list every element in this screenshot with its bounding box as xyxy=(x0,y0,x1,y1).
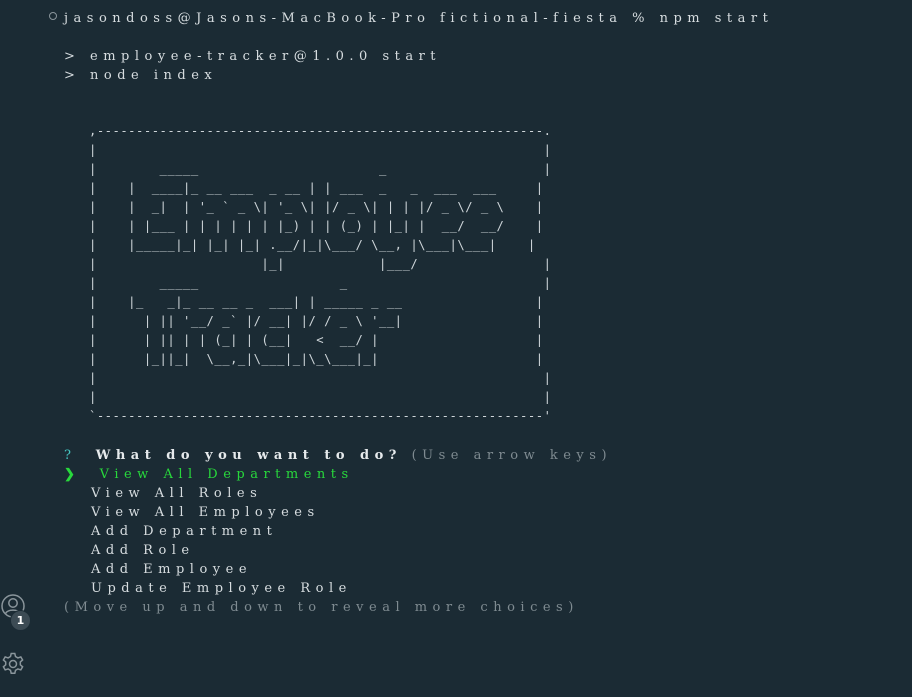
choice-item-selected[interactable]: ❯ View All Departments xyxy=(64,465,354,484)
choice-item[interactable]: Add Role xyxy=(91,541,195,560)
choice-item[interactable]: View All Roles xyxy=(91,484,262,503)
accounts-badge: 1 xyxy=(10,610,31,631)
prompt-question: What do you want to do? xyxy=(95,448,402,463)
choice-label: View All Departments xyxy=(99,467,354,482)
prompt-question-row: ? What do you want to do? (Use arrow key… xyxy=(64,446,612,465)
command-line: jasondoss@Jasons-MacBook-Pro fictional-f… xyxy=(64,11,774,26)
choice-item[interactable]: Add Employee xyxy=(91,560,252,579)
prompt-hint: (Use arrow keys) xyxy=(411,448,613,463)
choice-item[interactable]: Add Department xyxy=(91,522,277,541)
ascii-banner: ,---------------------------------------… xyxy=(89,124,552,423)
more-choices-hint: (Move up and down to reveal more choices… xyxy=(64,600,579,615)
question-mark: ? xyxy=(64,448,77,463)
gear-icon[interactable] xyxy=(0,650,30,680)
npm-output-line: > node index xyxy=(64,68,218,83)
command-status-circle xyxy=(49,12,57,20)
pointer-icon: ❯ xyxy=(64,467,81,482)
choice-item[interactable]: Update Employee Role xyxy=(91,579,352,598)
choice-item[interactable]: View All Employees xyxy=(91,503,320,522)
npm-output-line: > employee-tracker@1.0.0 start xyxy=(64,49,442,64)
